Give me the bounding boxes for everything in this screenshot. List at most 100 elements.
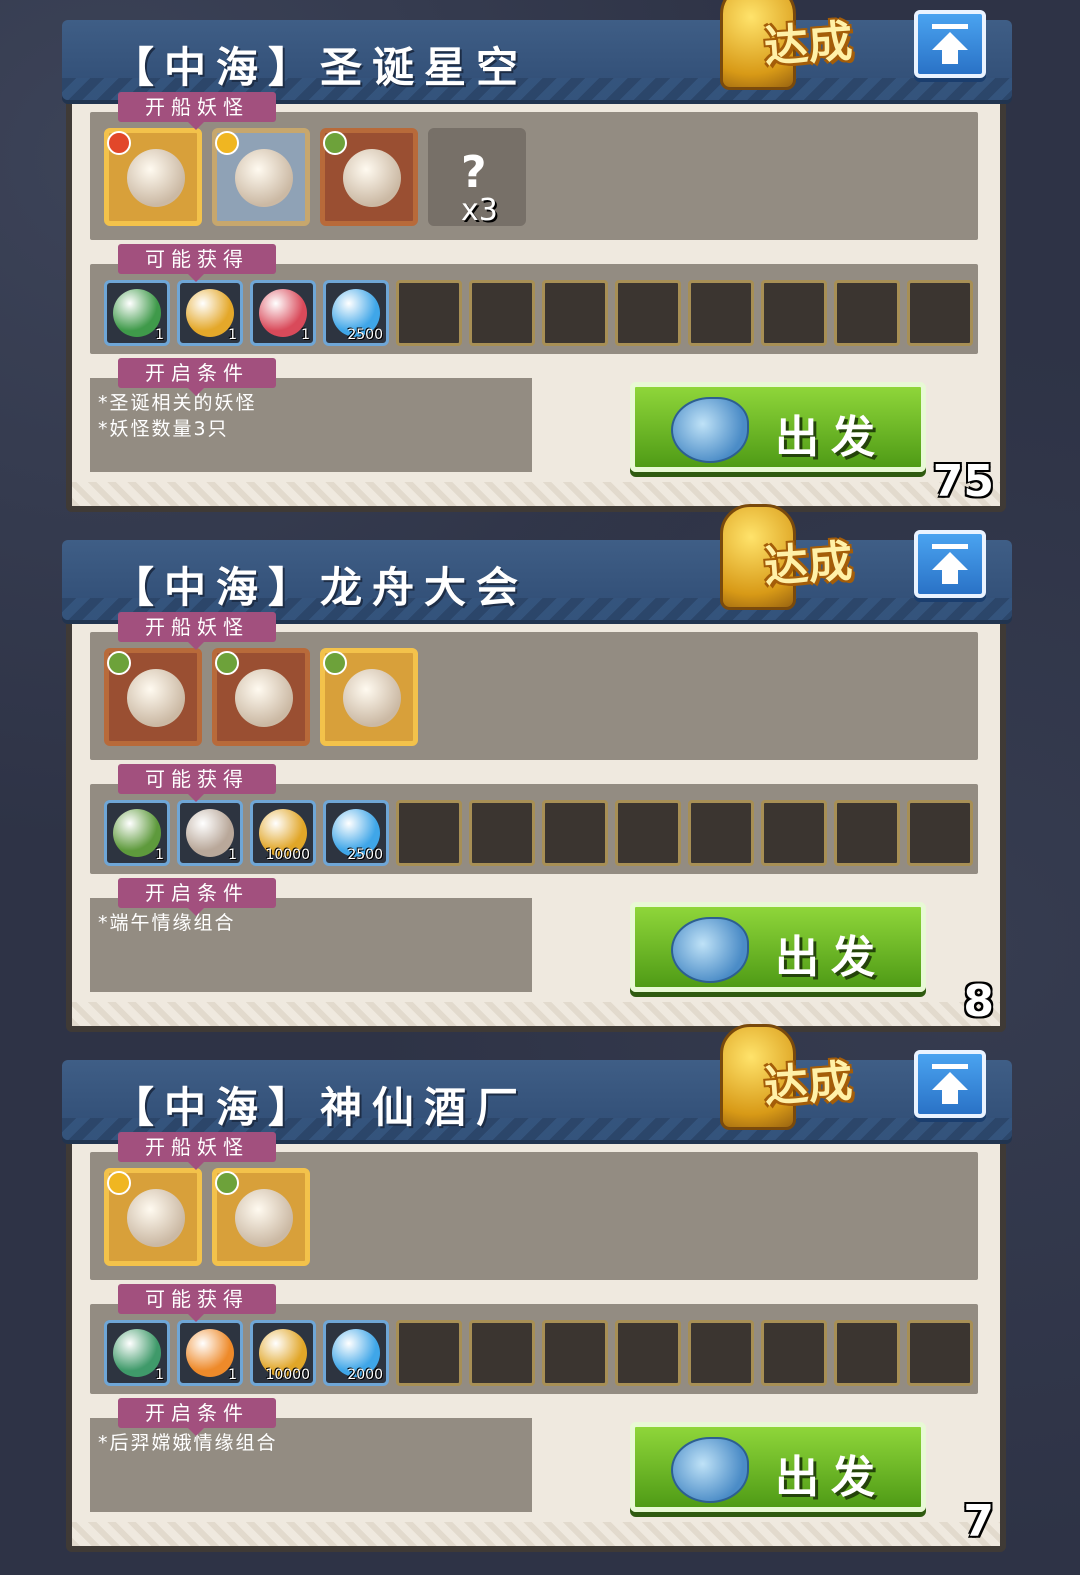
reward-slot[interactable]: 10000 (250, 1320, 316, 1386)
monster-slot[interactable] (212, 1168, 310, 1266)
candy-cane-orb-icon (259, 289, 307, 337)
glowing-orb-monster-icon (127, 1189, 185, 1247)
reward-quantity: 10000 (265, 1367, 310, 1383)
monster-slot[interactable] (104, 648, 202, 746)
side-count: 7 (963, 1496, 994, 1547)
dragon-boat-monster-icon (343, 669, 401, 727)
monster-slot[interactable] (320, 128, 418, 226)
wine-jar-monster-icon (235, 1189, 293, 1247)
leaf-element-icon (323, 131, 347, 155)
christmas-stocking-orb-icon (113, 289, 161, 337)
side-count: 75 (932, 456, 994, 507)
section-label-rewards: 可能获得 (118, 764, 276, 802)
empty-reward-slot (396, 1320, 462, 1386)
empty-reward-slot (907, 280, 973, 346)
empty-reward-slot (396, 800, 462, 866)
section-label-rewards: 可能获得 (118, 1284, 276, 1322)
achieved-badge: 达成 (712, 1020, 882, 1130)
section-label-conditions: 开启条件 (118, 878, 276, 916)
monster-count: x3 (461, 193, 498, 228)
reward-quantity: 1 (155, 327, 164, 343)
empty-reward-slot (542, 1320, 608, 1386)
empty-reward-slot (469, 1320, 535, 1386)
collapse-button[interactable] (914, 1050, 986, 1118)
collapse-button[interactable] (914, 10, 986, 78)
reward-quantity: 2000 (347, 1367, 383, 1383)
monster-slot[interactable] (212, 648, 310, 746)
side-count: 8 (963, 976, 994, 1027)
depart-label: 出发 (775, 1452, 887, 1503)
arrow-up-icon (932, 1064, 968, 1104)
collapse-button[interactable] (914, 530, 986, 598)
reward-slot[interactable]: 1 (104, 280, 170, 346)
empty-reward-slot (615, 1320, 681, 1386)
depart-label: 出发 (775, 932, 887, 983)
reward-quantity: 1 (155, 847, 164, 863)
card-title: 【中海】龙舟大会 (112, 563, 529, 612)
empty-reward-slot (834, 1320, 900, 1386)
reward-slot[interactable]: 1 (104, 1320, 170, 1386)
empty-reward-slot (542, 280, 608, 346)
reward-slot[interactable]: 1 (250, 280, 316, 346)
monster-slot[interactable] (104, 128, 202, 226)
card-title: 【中海】神仙酒厂 (112, 1083, 529, 1132)
empty-reward-slot (907, 1320, 973, 1386)
empty-reward-slot (396, 280, 462, 346)
expedition-card: 【中海】龙舟大会 达成 开船妖怪 可能获得 1 1 10000 2500 开启条… (62, 504, 1012, 1032)
empty-reward-slot (615, 800, 681, 866)
empty-reward-slot (761, 1320, 827, 1386)
fish-icon (671, 917, 749, 983)
leaf-element-icon (107, 651, 131, 675)
reward-slot[interactable]: 2500 (323, 800, 389, 866)
monster-slot[interactable] (212, 128, 310, 226)
monster-slot[interactable]: ? x3 (428, 128, 526, 228)
empty-reward-slot (688, 800, 754, 866)
monster-slot[interactable] (320, 648, 418, 746)
empty-reward-slot (688, 280, 754, 346)
arrow-up-icon (932, 544, 968, 584)
green-gourd-orb-icon (113, 1329, 161, 1377)
fish-icon (671, 1437, 749, 1503)
depart-button[interactable]: 出发 (630, 1422, 926, 1512)
zongzi-monster-icon (127, 669, 185, 727)
empty-reward-slot (469, 800, 535, 866)
monster-slot[interactable] (104, 1168, 202, 1266)
reward-slot[interactable]: 2000 (323, 1320, 389, 1386)
arrow-up-icon (932, 24, 968, 64)
section-label-monsters: 开船妖怪 (118, 612, 276, 650)
reward-slot[interactable]: 2500 (323, 280, 389, 346)
section-label-monsters: 开船妖怪 (118, 1132, 276, 1170)
reward-quantity: 1 (228, 327, 237, 343)
section-label-conditions: 开启条件 (118, 358, 276, 396)
reward-quantity: 2500 (347, 327, 383, 343)
empty-reward-slot (615, 280, 681, 346)
reward-slot[interactable]: 10000 (250, 800, 316, 866)
empty-reward-slot (761, 800, 827, 866)
section-label-conditions: 开启条件 (118, 1398, 276, 1436)
condition-box: *圣诞相关的妖怪 *妖怪数量3只 (90, 378, 532, 472)
depart-label: 出发 (775, 412, 887, 463)
leaf-element-icon (215, 1171, 239, 1195)
expedition-card: 【中海】圣诞星空 达成 开船妖怪 ? x3 可能获得 1 1 1 2500 开启… (62, 0, 1012, 512)
bell-orb-icon (186, 289, 234, 337)
empty-reward-slot (834, 280, 900, 346)
empty-reward-slot (907, 800, 973, 866)
reward-slot[interactable]: 1 (177, 800, 243, 866)
reward-slot[interactable]: 1 (177, 1320, 243, 1386)
question-mark: ? (461, 147, 487, 198)
reward-slot[interactable]: 1 (177, 280, 243, 346)
fire-element-icon (107, 131, 131, 155)
condition-text: *端午情缘组合 (98, 912, 236, 934)
pinecone-monster-icon (343, 149, 401, 207)
leaf-element-icon (215, 651, 239, 675)
empty-reward-slot (761, 280, 827, 346)
condition-box: *后羿嫦娥情缘组合 (90, 1418, 532, 1512)
depart-button[interactable]: 出发 (630, 902, 926, 992)
gift-box-monster-icon (127, 149, 185, 207)
reward-slot[interactable]: 1 (104, 800, 170, 866)
zongzi-monster-icon (235, 669, 293, 727)
leaf-orb-icon (113, 809, 161, 857)
empty-reward-slot (834, 800, 900, 866)
achieved-text: 达成 (762, 1055, 854, 1113)
depart-button[interactable]: 出发 (630, 382, 926, 472)
